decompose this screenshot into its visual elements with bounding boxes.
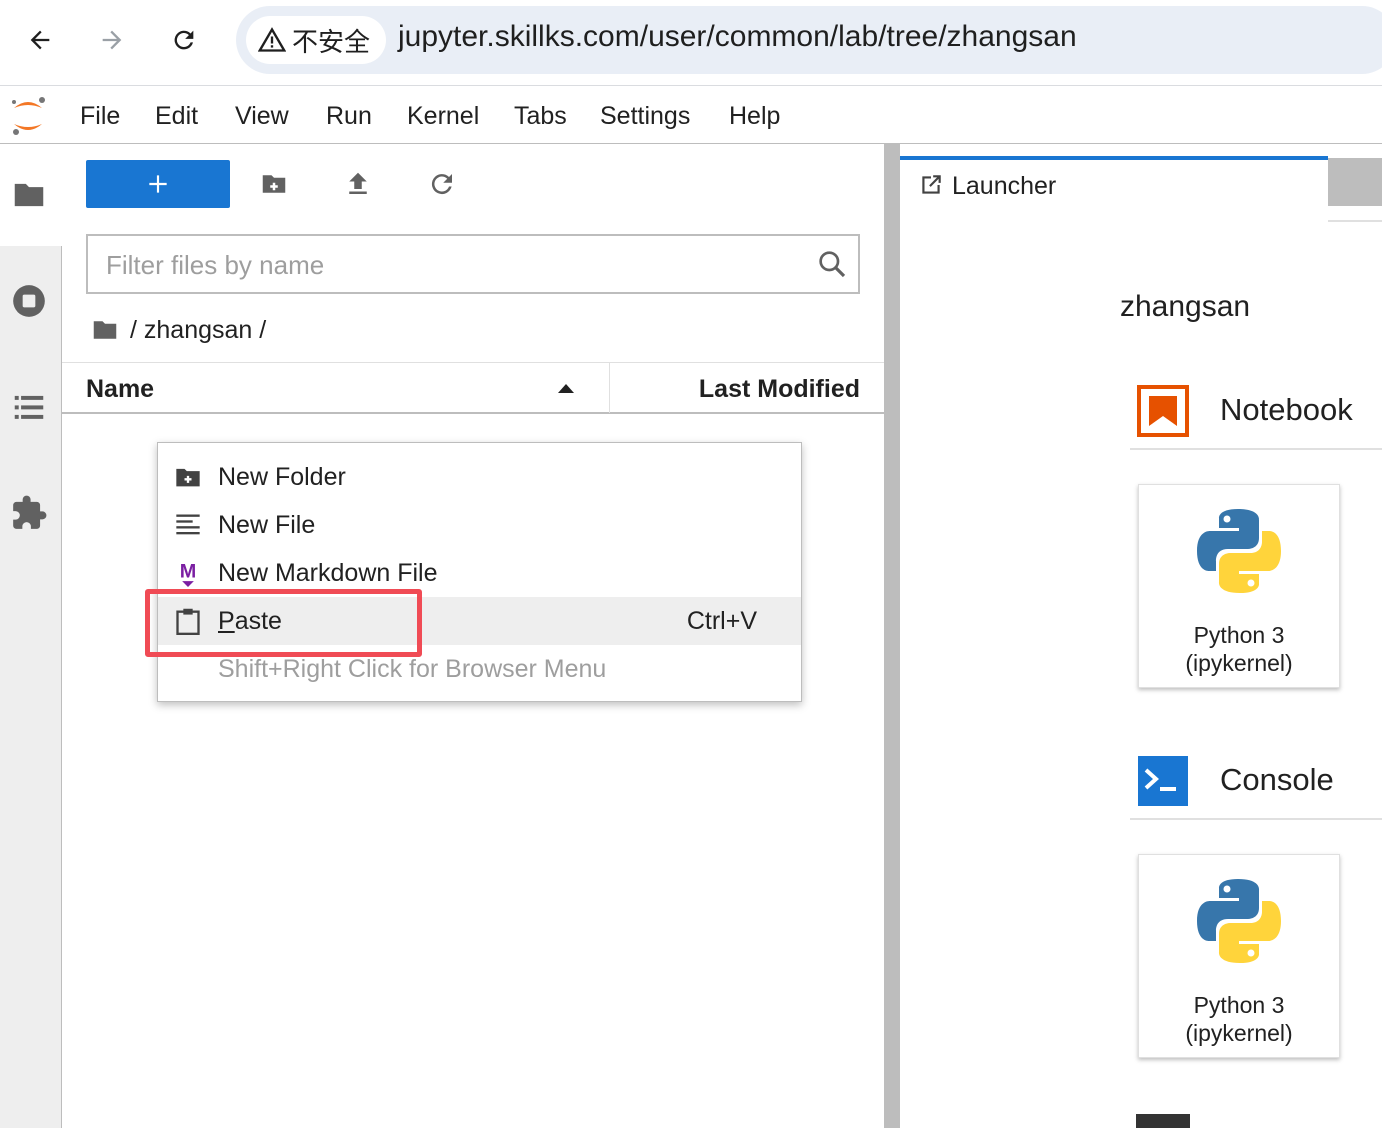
notebook-icon [1137,385,1189,437]
filter-files-input[interactable] [106,248,796,282]
menu-view[interactable]: View [235,102,289,131]
security-chip[interactable]: 不安全 [246,16,387,64]
kernel-card-label: Python 3 (ipykernel) [1185,992,1293,1046]
launcher-section-console: Console [1130,740,1382,820]
caret-up-icon [558,384,574,393]
menubar: File Edit View Run Kernel Tabs Settings … [0,88,1382,144]
menu-file[interactable]: File [80,102,120,131]
puzzle-icon [13,495,47,529]
list-icon [14,395,44,419]
listing-header: Name Last Modified [62,362,884,414]
tab-launcher-label: Launcher [952,172,1057,200]
context-menu-new-file[interactable]: New File [158,501,801,549]
plus-icon [149,175,167,193]
sidebar-tab-toc[interactable] [8,386,50,428]
launcher-section-notebook: Notebook [1130,370,1382,450]
python-logo-icon [1197,509,1281,593]
kernel-card-label: Python 3 (ipykernel) [1185,622,1293,676]
sidebar-tab-running[interactable] [8,280,50,322]
text-file-icon [174,511,202,539]
main-tabbar: Launcher [900,144,1382,222]
security-label: 不安全 [292,26,371,57]
terminal-section-icon [1136,1114,1190,1128]
refresh-icon [431,174,452,195]
jupyter-logo-icon [12,97,45,135]
paste-highlight-annotation [145,589,422,657]
launcher-card-console-python3[interactable]: Python 3 (ipykernel) [1138,854,1340,1058]
notebook-section-title: Notebook [1220,392,1353,427]
launcher-cwd: zhangsan [1120,290,1251,323]
arrow-right-icon [102,30,122,50]
breadcrumb-path[interactable]: / zhangsan / [130,316,266,345]
context-menu-new-folder[interactable]: New Folder [158,453,801,501]
python-logo-icon [1197,879,1281,963]
forward-button[interactable] [90,18,134,62]
context-menu-shortcut: Ctrl+V [686,607,757,635]
upload-icon [349,172,367,194]
filter-box [86,234,860,294]
console-icon [1138,756,1188,806]
new-launcher-button[interactable] [86,160,230,208]
menu-run[interactable]: Run [326,102,372,131]
browser-toolbar: 不安全 jupyter.skillks.com/user/common/lab/… [0,0,1382,86]
home-folder-icon[interactable] [90,315,120,345]
markdown-icon: M [174,559,202,587]
context-menu-hint-text: Shift+Right Click for Browser Menu [218,655,607,683]
context-menu-label: New Markdown File [218,559,438,587]
sidebar-tab-files[interactable] [8,174,50,216]
column-header-name[interactable]: Name [62,363,610,413]
launcher-card-notebook-python3[interactable]: Python 3 (ipykernel) [1138,484,1340,688]
back-button[interactable] [18,18,62,62]
menu-settings[interactable]: Settings [600,102,690,131]
url-text[interactable]: jupyter.skillks.com/user/common/lab/tree… [398,20,1077,54]
menu-edit[interactable]: Edit [155,102,198,131]
warning-icon [258,27,286,52]
main-area: Launcher zhangsan Notebook Python 3 (ipyk… [900,144,1382,1128]
search-icon [819,251,846,278]
new-folder-button[interactable] [256,166,292,202]
console-section-title: Console [1220,762,1334,797]
context-menu-label: New Folder [218,463,346,491]
column-name-label: Name [86,375,155,403]
new-folder-icon [174,463,202,491]
menu-kernel[interactable]: Kernel [407,102,479,131]
context-menu-label: New File [218,511,316,539]
address-bar[interactable]: 不安全 jupyter.skillks.com/user/common/lab/… [236,6,1382,74]
breadcrumb: / zhangsan / [90,312,266,348]
stop-circle-icon [13,285,45,317]
menu-help[interactable]: Help [729,102,780,131]
tabbar-filler [1328,158,1382,206]
launch-icon [922,175,941,194]
activity-sidebar [0,144,62,1128]
tab-launcher[interactable]: Launcher [900,156,1328,222]
panel-splitter[interactable] [884,144,900,1128]
refresh-button[interactable] [424,166,460,202]
svg-text:M: M [180,561,197,583]
arrow-left-icon [30,30,50,50]
sidebar-tab-extensions[interactable] [8,492,50,534]
upload-button[interactable] [340,166,376,202]
reload-icon [174,30,194,50]
new-folder-icon [262,175,286,193]
column-header-last-modified[interactable]: Last Modified [699,375,860,404]
menu-tabs[interactable]: Tabs [514,102,567,131]
folder-icon [14,183,44,207]
context-menu: New Folder New File M New Markdown File … [157,442,802,702]
reload-button[interactable] [162,18,206,62]
